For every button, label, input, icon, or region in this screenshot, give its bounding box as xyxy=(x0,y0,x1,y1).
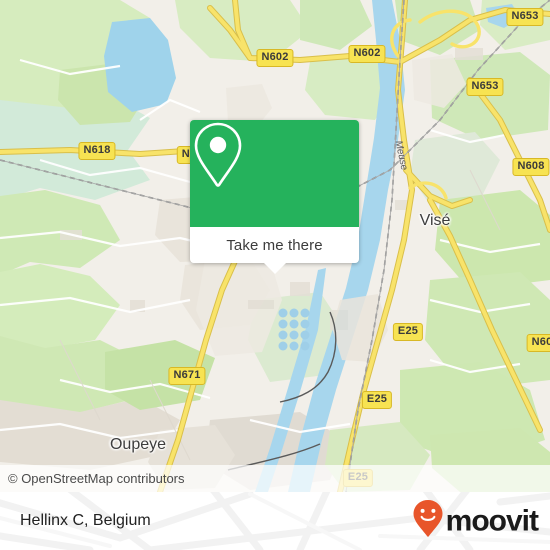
road-shield[interactable]: N602 xyxy=(256,49,294,67)
map-canvas[interactable]: N653 N602 N602 N653 N618 N6 N608 E25 N60… xyxy=(0,0,550,492)
map-attribution-bar: © OpenStreetMap contributors xyxy=(0,465,550,492)
moovit-map-share-card: N653 N602 N602 N653 N618 N6 N608 E25 N60… xyxy=(0,0,550,550)
road-shield[interactable]: E25 xyxy=(361,391,393,409)
moovit-wordmark: moovit xyxy=(445,504,539,537)
road-shield[interactable]: N608 xyxy=(512,158,550,176)
map-pin-icon xyxy=(190,120,359,227)
footer-bar: Hellinx C, Belgium moovit xyxy=(0,492,550,550)
road-shield[interactable]: E25 xyxy=(392,323,424,341)
destination-popup-card[interactable]: Take me there xyxy=(190,120,359,274)
place-label-vise: Visé xyxy=(419,212,451,229)
attribution-text[interactable]: © OpenStreetMap contributors xyxy=(0,471,185,486)
road-shield[interactable]: N60 xyxy=(526,334,550,352)
road-shield[interactable]: N618 xyxy=(78,142,116,160)
road-shield[interactable]: N671 xyxy=(168,367,206,385)
road-shield[interactable]: N653 xyxy=(466,78,504,96)
road-shield[interactable]: N602 xyxy=(348,45,386,63)
moovit-brand[interactable]: moovit xyxy=(412,499,539,544)
card-pointer-tail xyxy=(263,263,286,274)
take-me-there-label: Take me there xyxy=(226,236,323,254)
place-label-oupeye: Oupeye xyxy=(109,436,167,453)
road-shield[interactable]: N653 xyxy=(506,8,544,26)
location-title: Hellinx C, Belgium xyxy=(20,512,151,529)
take-me-there-button[interactable]: Take me there xyxy=(190,227,359,263)
moovit-pin-smiley-icon xyxy=(412,499,444,544)
card-header xyxy=(190,120,359,227)
